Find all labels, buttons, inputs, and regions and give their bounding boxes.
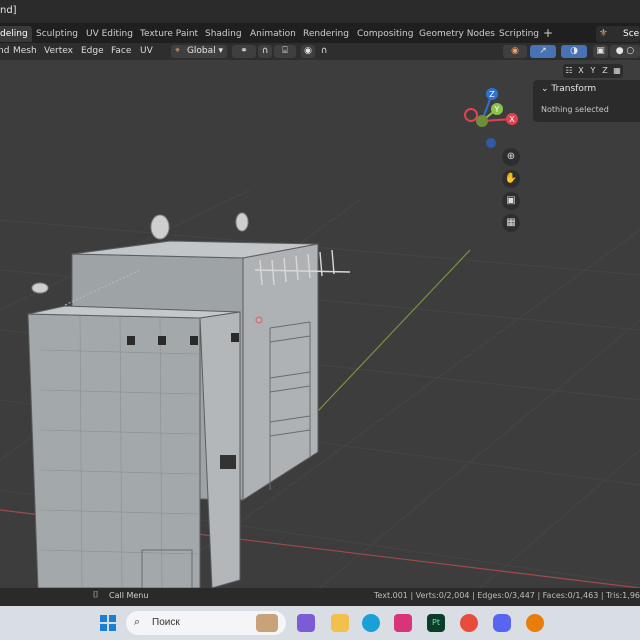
mirror-icon[interactable]: ▦ bbox=[611, 64, 623, 78]
scene-selector[interactable]: ⚜ Scen bbox=[596, 26, 640, 42]
axis-x-toggle[interactable]: X bbox=[575, 64, 587, 78]
pivot-icon: ⚭ bbox=[240, 46, 248, 56]
y-axis-line bbox=[299, 249, 471, 431]
snap-target-icon: ⌸ bbox=[282, 46, 288, 56]
y-axis-label: Y bbox=[494, 105, 500, 114]
pivot-point-button[interactable]: ⚭ bbox=[232, 45, 256, 58]
scene-icon: ⚜ bbox=[599, 28, 608, 39]
search-placeholder: Поиск bbox=[152, 617, 180, 628]
gizmo-icon: ↗ bbox=[539, 46, 547, 56]
shading-mode-buttons[interactable]: ● ○ bbox=[610, 45, 640, 58]
tab-sculpting[interactable]: Sculpting bbox=[32, 26, 82, 42]
proportional-icon: ◉ bbox=[304, 46, 312, 56]
orientation-label: Global bbox=[186, 46, 216, 56]
title-bar: nd] bbox=[0, 0, 640, 23]
visibility-dropdown[interactable]: ◉ bbox=[503, 45, 527, 58]
edge-icon[interactable] bbox=[362, 614, 380, 632]
pt-icon[interactable]: Pt bbox=[427, 614, 445, 632]
search-highlight-icon bbox=[256, 614, 278, 632]
navigation-gizmo[interactable]: Z X Y bbox=[462, 84, 524, 150]
eye-icon: ◉ bbox=[511, 46, 519, 56]
file-explorer-icon[interactable] bbox=[331, 614, 349, 632]
axis-z-toggle[interactable]: Z bbox=[599, 64, 611, 78]
tab-compositing[interactable]: Compositing bbox=[353, 26, 417, 42]
status-hint: Call Menu bbox=[109, 591, 149, 600]
taskbar: ⌕ Поиск Pt bbox=[0, 606, 640, 640]
transform-label: Transform bbox=[551, 84, 597, 94]
neg-y-handle[interactable] bbox=[476, 115, 488, 127]
neg-z-handle[interactable] bbox=[486, 138, 496, 148]
windows-start-icon[interactable] bbox=[99, 614, 117, 632]
proportional-edit-toggle[interactable]: ◉ bbox=[301, 45, 315, 58]
tab-uv-editing[interactable]: UV Editing bbox=[82, 26, 137, 42]
clipchamp-icon[interactable] bbox=[297, 614, 315, 632]
status-bar: ⌷ Call Menu Text.001 | Verts:0/2,004 | E… bbox=[0, 588, 640, 606]
sidebar-panel: ⌄ Transform Nothing selected bbox=[533, 80, 640, 122]
snap-toggle[interactable]: ∩ bbox=[258, 45, 272, 58]
tab-texture-paint[interactable]: Texture Paint bbox=[136, 26, 202, 42]
xray-toggle[interactable]: ▣ bbox=[593, 45, 608, 58]
falloff-curve-icon: ∩ bbox=[320, 46, 328, 56]
axis-lock-icon[interactable]: ☷ bbox=[563, 64, 575, 78]
menu-uv[interactable]: UV bbox=[140, 45, 153, 58]
zoom-icon[interactable]: ⊕ bbox=[502, 148, 520, 166]
add-workspace-button[interactable]: + bbox=[543, 26, 553, 40]
gizmo-toggle[interactable]: ↗ bbox=[530, 45, 556, 58]
menu-face[interactable]: Face bbox=[111, 45, 131, 58]
pan-hand-icon[interactable]: ✋ bbox=[502, 170, 520, 188]
orientation-icon: ⌖ bbox=[175, 46, 181, 56]
chrome-icon[interactable] bbox=[460, 614, 478, 632]
tab-animation[interactable]: Animation bbox=[246, 26, 300, 42]
menu-edge[interactable]: Edge bbox=[81, 45, 104, 58]
transform-section-header[interactable]: ⌄ Transform bbox=[541, 84, 596, 94]
window-title: nd] bbox=[0, 5, 17, 16]
scene-statistics: Text.001 | Verts:0/2,004 | Edges:0/3,447… bbox=[373, 591, 640, 600]
menu-vertex[interactable]: Vertex bbox=[44, 45, 73, 58]
instagram-icon[interactable] bbox=[394, 614, 412, 632]
tab-modeling[interactable]: deling bbox=[0, 26, 32, 42]
tab-shading[interactable]: Shading bbox=[201, 26, 246, 42]
viewport-header: nd Mesh Vertex Edge Face UV ⌖ Global ▾ ⚭… bbox=[0, 43, 640, 60]
mouse-icon: ⌷ bbox=[93, 590, 99, 600]
workspace-tabs: deling Sculpting UV Editing Texture Pain… bbox=[0, 23, 640, 43]
discord-icon[interactable] bbox=[493, 614, 511, 632]
axis-toggle-buttons: ☷ X Y Z ▦ bbox=[563, 64, 623, 78]
viewport-scene bbox=[0, 189, 640, 588]
scene-label: Scen bbox=[623, 29, 640, 39]
search-icon: ⌕ bbox=[134, 615, 141, 628]
overlays-toggle[interactable]: ◑ bbox=[561, 45, 587, 58]
taskbar-search[interactable]: ⌕ Поиск bbox=[126, 611, 286, 635]
snap-target-dropdown[interactable]: ⌸ bbox=[274, 45, 296, 58]
nothing-selected-text: Nothing selected bbox=[541, 105, 609, 114]
menu-mesh[interactable]: Mesh bbox=[13, 45, 37, 58]
xray-icon: ▣ bbox=[596, 46, 605, 56]
perspective-grid-icon[interactable]: ▦ bbox=[502, 214, 520, 232]
neg-x-handle[interactable] bbox=[464, 108, 478, 122]
blender-icon[interactable] bbox=[526, 614, 544, 632]
tab-rendering[interactable]: Rendering bbox=[299, 26, 353, 42]
transform-orientation-dropdown[interactable]: ⌖ Global ▾ bbox=[171, 45, 227, 58]
building-model bbox=[27, 212, 351, 588]
tab-scripting[interactable]: Scripting bbox=[495, 26, 543, 42]
chevron-down-icon: ▾ bbox=[218, 46, 224, 56]
overlays-icon: ◑ bbox=[570, 46, 578, 56]
camera-icon[interactable]: ▣ bbox=[502, 192, 520, 210]
chevron-down-icon: ⌄ bbox=[541, 84, 552, 94]
3d-viewport[interactable]: ☷ X Y Z ▦ ⌄ Transform Nothing selected Z X Y… bbox=[0, 60, 640, 588]
tab-geometry-nodes[interactable]: Geometry Nodes bbox=[415, 26, 499, 42]
menu-edit-mode[interactable]: nd bbox=[0, 45, 9, 58]
solid-shading-icon: ● ○ bbox=[615, 46, 635, 56]
magnet-icon: ∩ bbox=[261, 46, 269, 56]
x-axis-label: X bbox=[509, 115, 515, 124]
z-axis-label: Z bbox=[489, 90, 495, 99]
axis-y-toggle[interactable]: Y bbox=[587, 64, 599, 78]
falloff-dropdown[interactable]: ∩ bbox=[317, 45, 331, 58]
